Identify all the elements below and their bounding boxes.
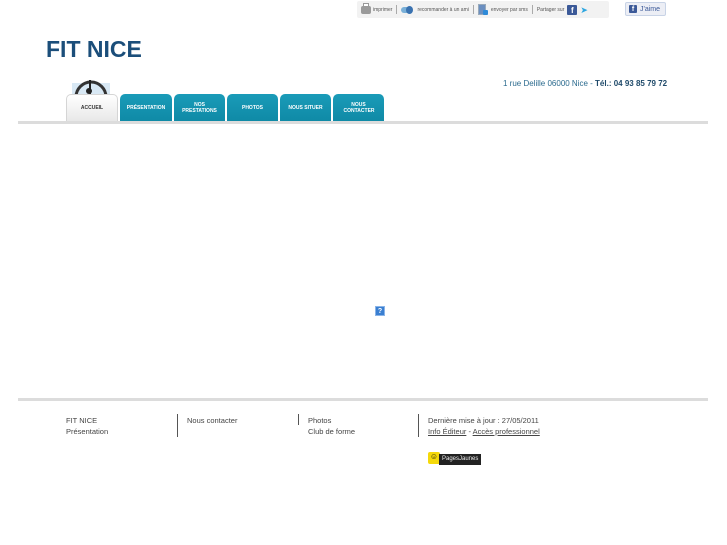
- tab-nous-situer[interactable]: NOUS SITUER: [280, 94, 331, 121]
- tab-label: NOUS CONTACTER: [343, 101, 375, 114]
- info-editeur-link[interactable]: Info Éditeur: [428, 427, 466, 436]
- sms-link[interactable]: envoyer par sms: [477, 4, 528, 15]
- twitter-icon[interactable]: ➤: [580, 5, 591, 14]
- footer-link-club-de-forme[interactable]: Club de forme: [308, 426, 355, 437]
- divider: [396, 5, 398, 14]
- footer-legal-links: Info Éditeur - Accès professionnel: [428, 426, 540, 437]
- footer-divider-vertical: [418, 414, 419, 437]
- main-nav: ACCUEIL PRÉSENTATION NOS PRESTATIONS PHO…: [66, 94, 384, 121]
- divider: [531, 5, 533, 14]
- tab-presentation[interactable]: PRÉSENTATION: [120, 94, 172, 121]
- phone-number: Tél.: 04 93 85 79 72: [595, 79, 668, 88]
- site-logo[interactable]: FIT NICE: [46, 36, 142, 63]
- tab-accueil[interactable]: ACCUEIL: [66, 94, 118, 121]
- print-label: imprimer: [373, 6, 393, 13]
- tab-label: NOS PRESTATIONS: [182, 101, 217, 114]
- facebook-icon: f: [629, 5, 637, 13]
- tab-label: NOUS SITUER: [288, 104, 323, 111]
- footer-divider-vertical: [177, 414, 178, 437]
- footer-divider: [18, 398, 708, 401]
- share-on-label: Partager sur: [536, 6, 565, 13]
- footer-divider-vertical: [298, 414, 299, 425]
- facebook-icon[interactable]: f: [567, 4, 578, 15]
- footer-column-4: Dernière mise à jour : 27/05/2011 Info É…: [428, 415, 540, 437]
- separator: -: [587, 79, 596, 88]
- like-label: J'aime: [640, 5, 661, 13]
- footer-column-3: Photos Club de forme: [308, 415, 355, 437]
- tab-nous-contacter[interactable]: NOUS CONTACTER: [333, 94, 384, 121]
- footer-column-1: FIT NICE Présentation: [66, 415, 108, 437]
- print-link[interactable]: imprimer: [361, 2, 393, 14]
- tab-photos[interactable]: PHOTOS: [227, 94, 278, 121]
- footer-link-presentation[interactable]: Présentation: [66, 426, 108, 437]
- last-update: Dernière mise à jour : 27/05/2011: [428, 416, 539, 425]
- tab-label: PRÉSENTATION: [126, 104, 166, 111]
- footer-link-photos[interactable]: Photos: [308, 415, 355, 426]
- pagesjaunes-label: PagesJaunes: [439, 454, 482, 465]
- sms-label: envoyer par sms: [490, 6, 528, 13]
- recommend-label: recommander à un ami: [417, 6, 469, 13]
- header-divider: [18, 121, 708, 124]
- tab-label: PHOTOS: [241, 104, 264, 111]
- friends-icon: [401, 5, 415, 15]
- contact-info: 1 rue Delille 06000 Nice - Tél.: 04 93 8…: [503, 79, 667, 88]
- footer-link-fit-nice[interactable]: FIT NICE: [66, 415, 108, 426]
- address: 1 rue Delille 06000 Nice: [503, 79, 588, 88]
- broken-image-icon: ?: [375, 306, 385, 316]
- footer-link-nous-contacter[interactable]: Nous contacter: [187, 415, 237, 426]
- tab-nos-prestations[interactable]: NOS PRESTATIONS: [174, 94, 225, 121]
- phone-sms-icon: [477, 4, 488, 15]
- pagesjaunes-logo[interactable]: ☺ PagesJaunes: [428, 451, 482, 465]
- facebook-like-button[interactable]: f J'aime: [625, 2, 666, 16]
- share-toolbar: imprimer recommander à un ami envoyer pa…: [357, 1, 609, 18]
- acces-professionnel-link[interactable]: Accès professionnel: [473, 427, 540, 436]
- footer-column-2: Nous contacter: [187, 415, 237, 426]
- tab-label: ACCUEIL: [80, 105, 104, 111]
- printer-icon: [361, 2, 371, 14]
- divider: [472, 5, 474, 14]
- recommend-link[interactable]: recommander à un ami: [401, 5, 469, 15]
